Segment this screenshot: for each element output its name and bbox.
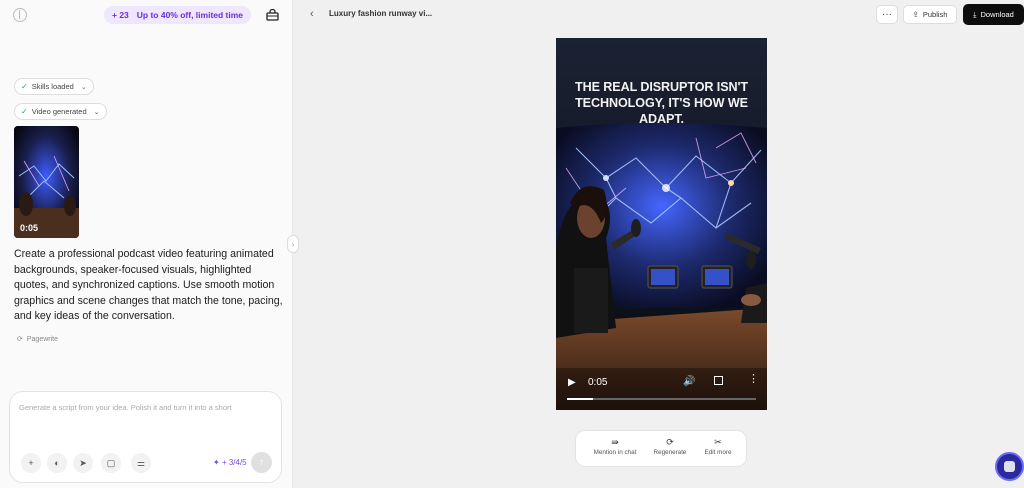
sparkle-icon: ✦ [213,458,220,467]
more-options-button[interactable]: ··· [876,5,898,24]
video-time: 0:05 [588,377,608,388]
project-title[interactable]: Luxury fashion runway vi... [329,9,432,18]
progress-fill [567,398,594,400]
composer: Generate a script from your idea. Polish… [9,391,282,483]
store-icon[interactable] [266,9,279,21]
back-button[interactable]: ‹ [310,8,314,20]
send-button[interactable]: ↑ [251,452,272,473]
chat-panel: + 23 Up to 40% off, limited time ✓ Skill… [0,0,293,488]
sliders-icon: ⚌ [136,457,146,468]
chevron-down-icon: ⌄ [93,108,100,116]
mention-in-chat-button[interactable]: ⇛ Mention in chat [590,437,640,456]
download-icon: ⤓ [973,9,977,19]
progress-bar[interactable] [567,398,756,400]
player-controls: ▶ 0:05 🔊 ⋮ [556,368,767,410]
frame-button[interactable]: ▢ [101,453,121,473]
video-caption: THE REAL DISRUPTOR ISN'T TECHNOLOGY, IT'… [556,79,767,127]
more-horizontal-icon: ··· [882,9,892,20]
edit-icon: ✂ [714,437,722,447]
square-icon: ▢ [106,457,116,468]
prompt-message: Create a professional podcast video feat… [14,248,283,323]
download-label: Download [980,10,1014,19]
credits-indicator: ✦ + 3/4/5 [213,458,247,467]
regenerate-button[interactable]: ⟳ Regenerate [645,437,695,456]
refresh-icon: ⟳ [17,336,23,343]
play-icon: ▶ [568,377,576,388]
volume-button[interactable]: 🔊 [683,376,695,387]
play-button[interactable]: ▶ [568,377,576,388]
credits-value: + 3/4/5 [221,458,247,467]
caption-line-2: TECHNOLOGY, IT'S HOW WE ADAPT. [575,96,748,126]
download-button[interactable]: ⤓ Download [963,4,1024,25]
palette-icon: ◐ [54,458,60,468]
sidebar-toggle-icon[interactable] [13,8,27,22]
check-icon: ✓ [21,107,28,116]
edit-label: Edit more [704,449,732,456]
promo-text: Up to 40% off, limited time [136,10,244,20]
refresh-icon: ⟳ [666,437,674,447]
rewrite-button[interactable]: ⟳ Pagewrite [17,335,59,344]
video-generated-label: Video generated [31,107,87,116]
publish-label: Publish [922,10,948,19]
assistant-avatar[interactable] [995,452,1024,481]
settings-button[interactable]: ⚌ [131,453,151,473]
caption-line-1: THE REAL DISRUPTOR ISN'T [575,80,748,94]
composer-input[interactable]: Generate a script from your idea. Polish… [19,403,232,412]
mention-icon: ⇛ [611,437,619,447]
promo-banner[interactable]: + 23 Up to 40% off, limited time [104,6,252,24]
fullscreen-icon[interactable] [714,376,723,385]
video-thumbnail[interactable]: 0:05 [14,126,79,238]
rewrite-label: Pagewrite [26,335,59,343]
edit-more-button[interactable]: ✂ Edit more [693,437,743,456]
cursor-icon: ➤ [79,457,87,468]
chevron-right-icon: › [291,239,295,249]
thumbnail-duration: 0:05 [20,223,39,233]
video-generated-pill[interactable]: ✓ Video generated ⌄ [14,103,107,120]
add-attachment-button[interactable]: + [21,453,41,473]
thumbnail-image [14,126,79,238]
collapse-panel-button[interactable]: › [287,235,299,253]
publish-button[interactable]: ⇪ Publish [903,5,957,24]
video-player[interactable]: THE REAL DISRUPTOR ISN'T TECHNOLOGY, IT'… [556,38,767,410]
chevron-down-icon: ⌄ [80,83,87,91]
style-button[interactable]: ◐ [47,453,67,473]
pointer-button[interactable]: ➤ [73,453,93,473]
promo-count: + 23 [112,10,129,20]
upload-icon: ⇪ [912,10,919,19]
arrow-up-icon: ↑ [259,457,264,468]
check-icon: ✓ [21,82,28,91]
plus-icon: + [28,458,34,468]
video-actions: ⇛ Mention in chat ⟳ Regenerate ✂ Edit mo… [575,430,747,467]
chevron-left-icon: ‹ [310,8,314,20]
skills-loaded-label: Skills loaded [31,82,74,91]
volume-icon: 🔊 [683,376,696,387]
regenerate-label: Regenerate [653,449,687,456]
mention-label: Mention in chat [593,449,637,456]
skills-loaded-pill[interactable]: ✓ Skills loaded ⌄ [14,78,94,95]
more-vertical-icon[interactable]: ⋮ [748,374,759,385]
